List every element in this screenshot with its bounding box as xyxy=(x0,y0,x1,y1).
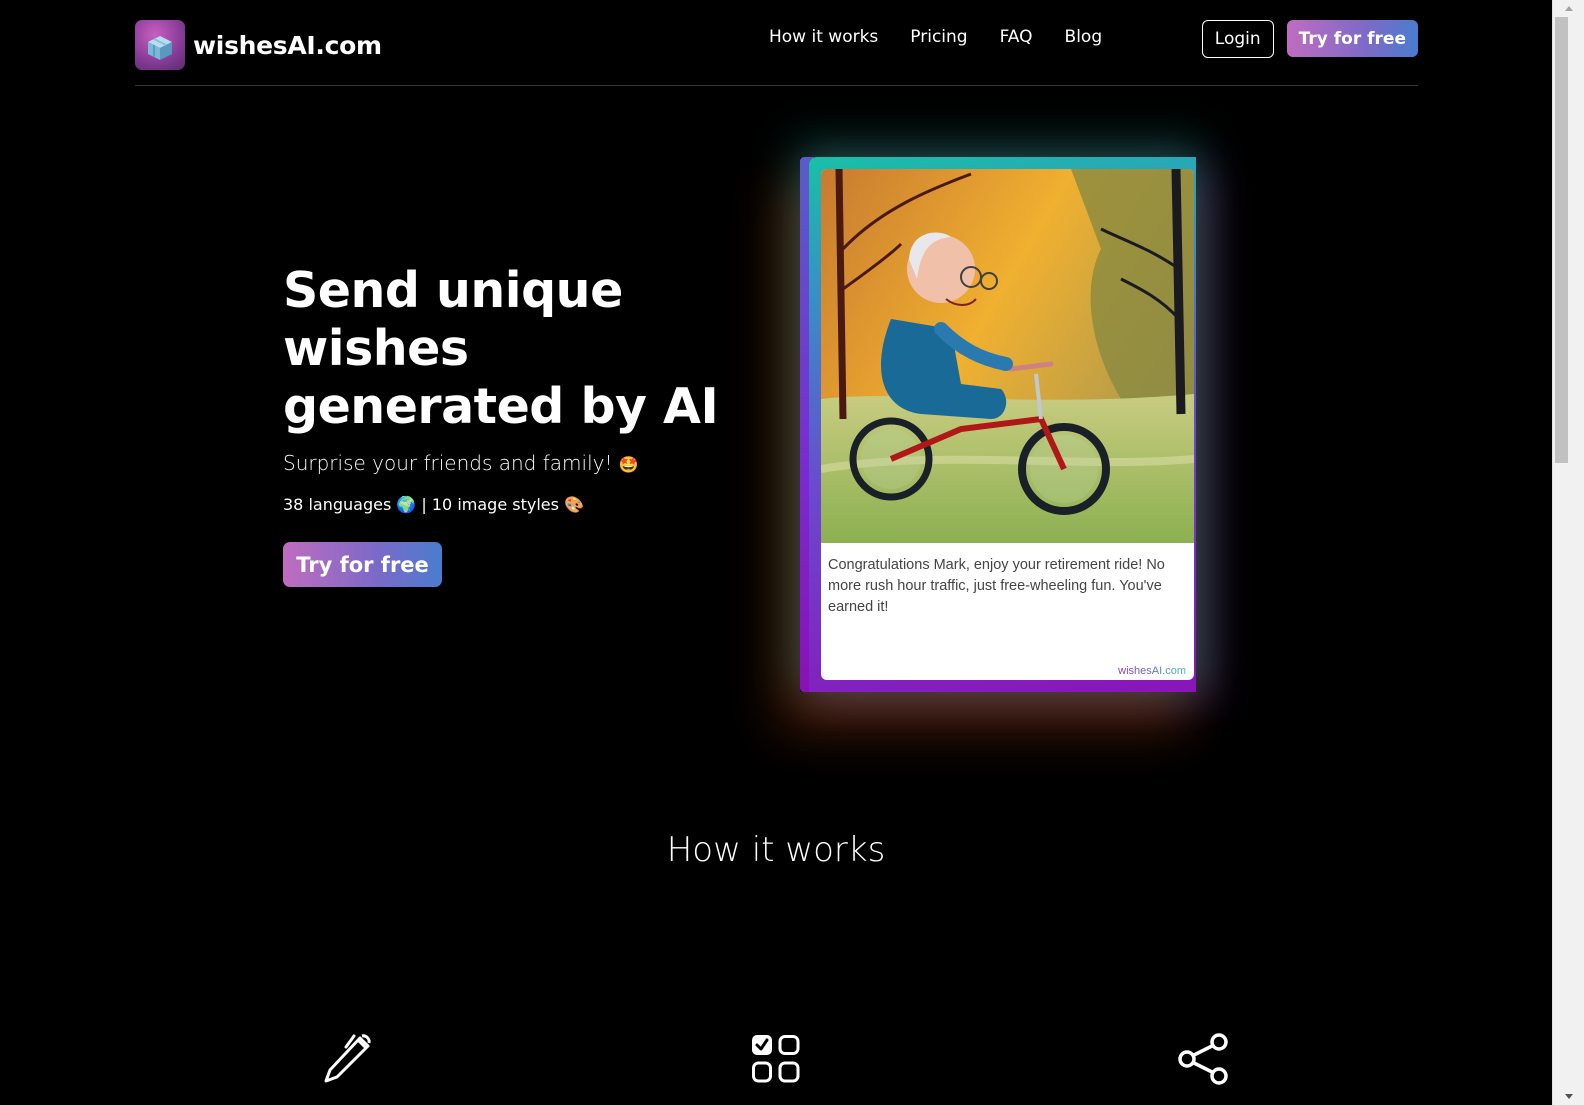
nav-links: How it works Pricing FAQ Blog xyxy=(769,27,1134,47)
languages-count: 38 languages xyxy=(283,495,392,514)
globe-icon: 🌍 xyxy=(396,495,417,514)
nav-link-faq[interactable]: FAQ xyxy=(1000,27,1033,47)
scroll-up-button[interactable] xyxy=(1553,0,1584,17)
pencil-icon xyxy=(324,1034,371,1083)
scroll-down-button[interactable] xyxy=(1553,1088,1584,1105)
palette-icon: 🎨 xyxy=(564,495,584,514)
feature-separator: | xyxy=(421,495,427,514)
try-for-free-nav-button[interactable]: Try for free xyxy=(1286,20,1418,57)
nav-link-blog[interactable]: Blog xyxy=(1065,27,1103,47)
try-for-free-hero-button[interactable]: Try for free xyxy=(283,542,442,587)
brand-name: wishesAI.com xyxy=(193,30,382,60)
page: wishesAI.com How it works Pricing FAQ Bl… xyxy=(0,0,1552,1105)
image-styles-count: 10 image styles xyxy=(431,495,559,514)
hero-title: Send unique wishes generated by AI xyxy=(283,262,719,435)
select-grid-icon xyxy=(752,1035,800,1083)
scrollbar-thumb[interactable] xyxy=(1555,17,1568,463)
gift-box-icon xyxy=(135,20,185,70)
nav-link-how-it-works[interactable]: How it works xyxy=(769,27,878,47)
hero-subtitle-text: Surprise your friends and family! xyxy=(283,451,613,475)
how-it-works-title: How it works xyxy=(666,830,886,870)
card-message: Congratulations Mark, enjoy your retirem… xyxy=(828,557,1165,615)
card-watermark: wishesAI.com xyxy=(1118,665,1186,677)
card-inner: Congratulations Mark, enjoy your retirem… xyxy=(821,169,1194,680)
arrow-up-icon xyxy=(1565,6,1573,11)
greeting-card: Congratulations Mark, enjoy your retirem… xyxy=(809,157,1196,692)
nav-actions: Login Try for free xyxy=(1201,20,1418,58)
login-button[interactable]: Login xyxy=(1201,20,1274,58)
vertical-scrollbar[interactable] xyxy=(1552,0,1584,1105)
card-illustration xyxy=(821,169,1194,543)
share-icon xyxy=(1178,1033,1228,1085)
brand-home-link[interactable]: wishesAI.com xyxy=(135,20,382,70)
hero-features: 38 languages 🌍 | 10 image styles 🎨 xyxy=(283,495,584,514)
arrow-down-icon xyxy=(1565,1094,1573,1099)
star-struck-emoji-icon: 🤩 xyxy=(618,455,639,474)
nav-link-pricing[interactable]: Pricing xyxy=(910,27,967,47)
hero-subtitle: Surprise your friends and family! 🤩 xyxy=(283,451,639,475)
navbar: wishesAI.com How it works Pricing FAQ Bl… xyxy=(135,0,1418,86)
